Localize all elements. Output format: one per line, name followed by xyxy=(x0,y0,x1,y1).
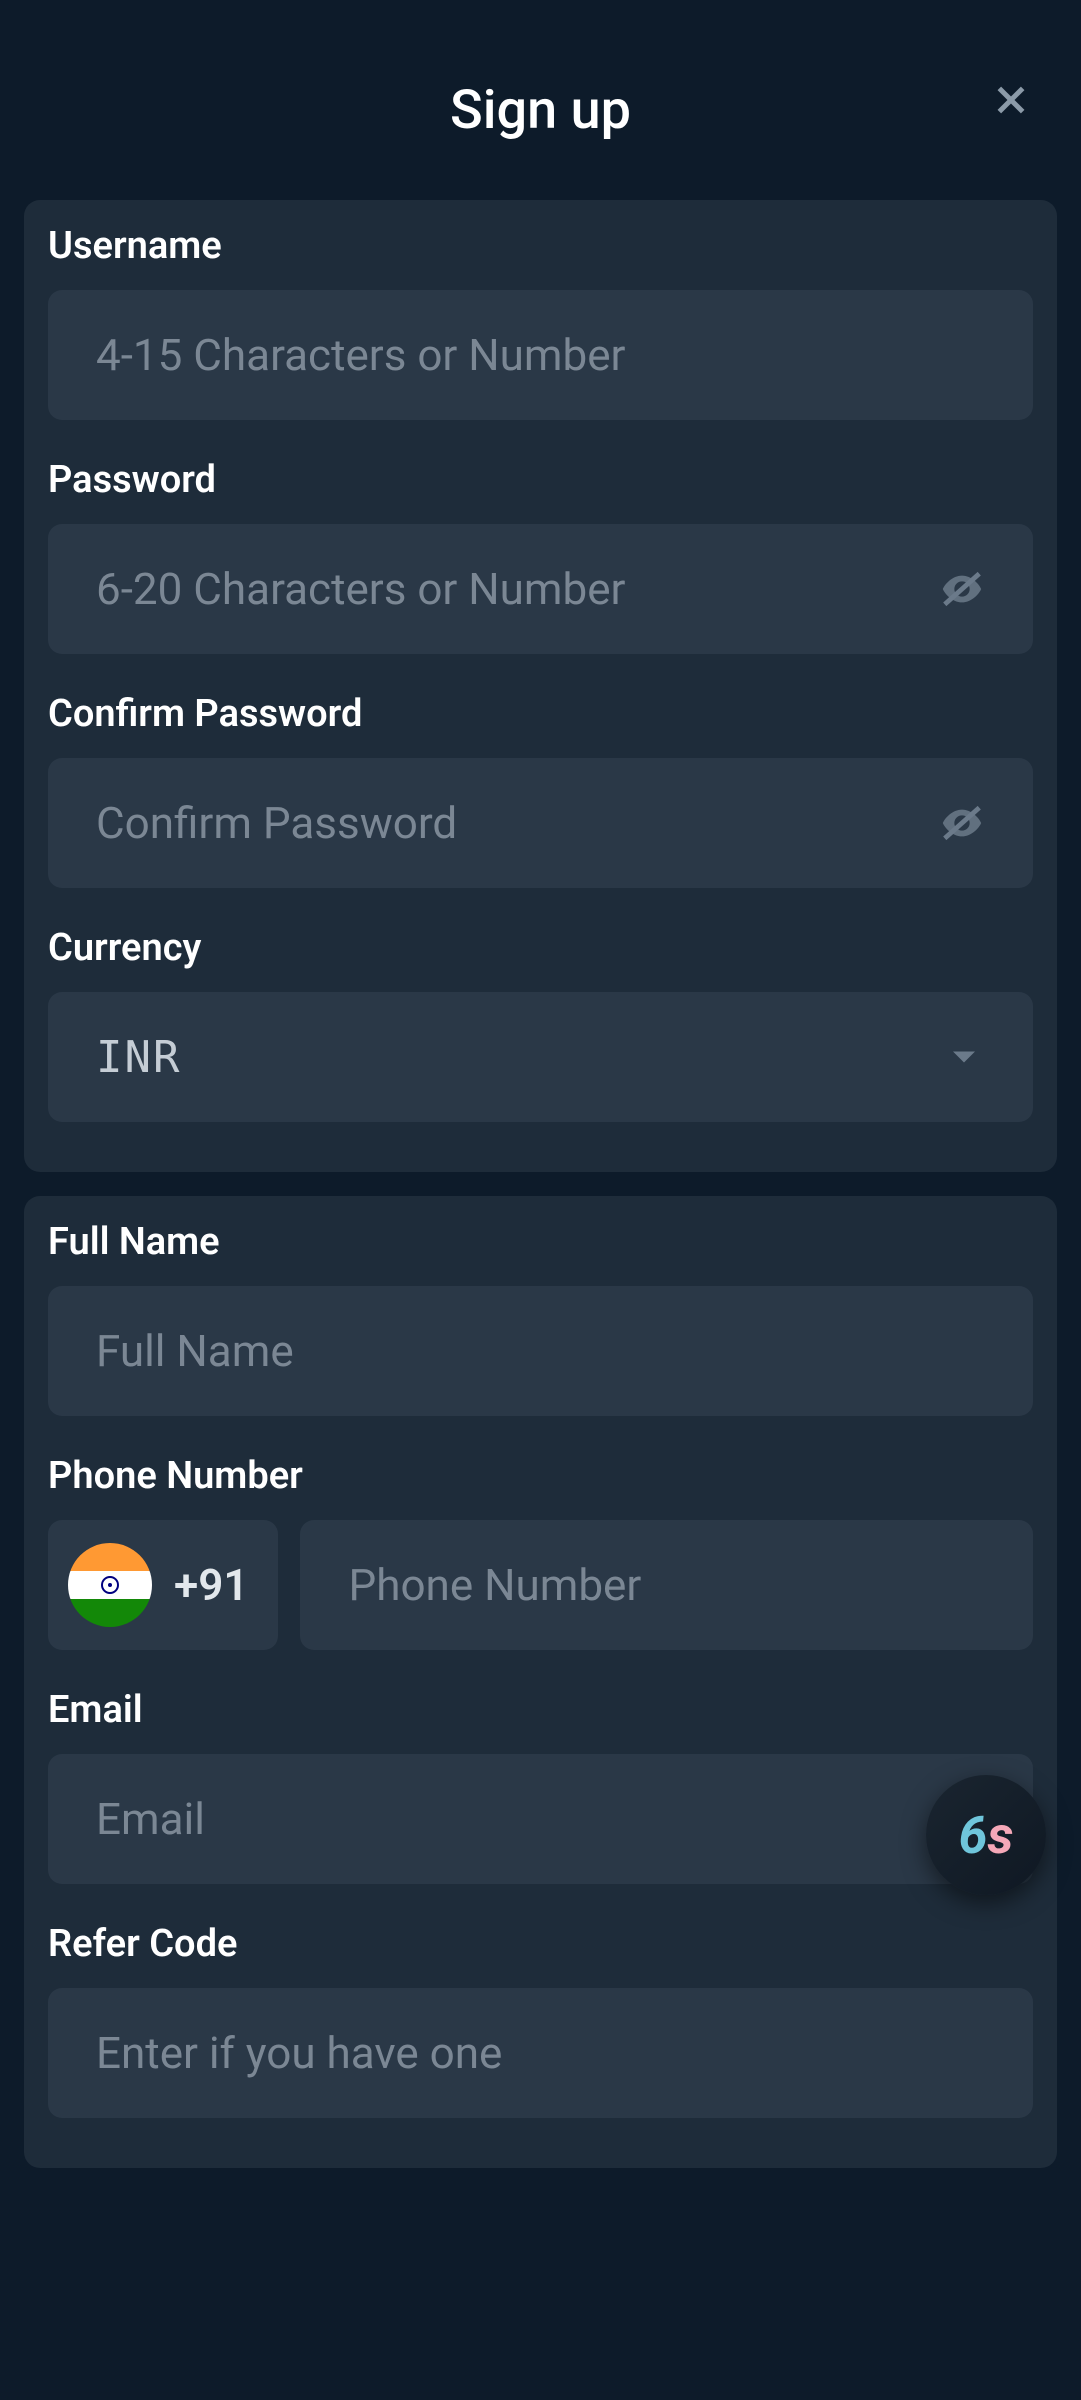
email-input-wrap xyxy=(48,1754,1033,1884)
currency-field: Currency INR xyxy=(48,926,1033,1122)
fullname-input[interactable] xyxy=(96,1325,985,1377)
account-section: Username Password Confirm Password xyxy=(24,200,1057,1172)
eye-off-icon xyxy=(939,566,985,612)
toggle-confirm-password-visibility[interactable] xyxy=(939,800,985,846)
currency-selected-value: INR xyxy=(96,1032,181,1083)
phone-label: Phone Number xyxy=(48,1454,1033,1498)
close-button[interactable] xyxy=(991,80,1031,120)
brand-fab[interactable]: 6s xyxy=(926,1775,1046,1895)
refercode-input-wrap xyxy=(48,1988,1033,2118)
header: Sign up xyxy=(0,0,1081,200)
password-label: Password xyxy=(48,458,1033,502)
fullname-field: Full Name xyxy=(48,1220,1033,1416)
currency-select[interactable]: INR xyxy=(48,992,1033,1122)
phone-row: +91 xyxy=(48,1520,1033,1650)
email-label: Email xyxy=(48,1688,1033,1732)
password-input[interactable] xyxy=(96,563,985,615)
caret-down-icon xyxy=(953,1052,975,1063)
confirm-password-field: Confirm Password xyxy=(48,692,1033,888)
country-code-text: +91 xyxy=(174,1559,248,1611)
fullname-label: Full Name xyxy=(48,1220,1033,1264)
phone-input[interactable] xyxy=(348,1559,985,1611)
refercode-input[interactable] xyxy=(96,2027,985,2079)
close-icon xyxy=(991,80,1031,120)
username-input-wrap xyxy=(48,290,1033,420)
confirm-password-input-wrap xyxy=(48,758,1033,888)
refercode-field: Refer Code xyxy=(48,1922,1033,2118)
confirm-password-label: Confirm Password xyxy=(48,692,1033,736)
page-title: Sign up xyxy=(450,79,631,142)
personal-section: Full Name Phone Number +91 xyxy=(24,1196,1057,2168)
confirm-password-input[interactable] xyxy=(96,797,985,849)
username-label: Username xyxy=(48,224,1033,268)
refercode-label: Refer Code xyxy=(48,1922,1033,1966)
phone-field: Phone Number +91 xyxy=(48,1454,1033,1650)
india-flag-icon xyxy=(68,1543,152,1627)
password-input-wrap xyxy=(48,524,1033,654)
country-code-select[interactable]: +91 xyxy=(48,1520,278,1650)
email-input[interactable] xyxy=(96,1793,985,1845)
username-input[interactable] xyxy=(96,329,985,381)
brand-logo-icon: 6s xyxy=(959,1805,1014,1866)
phone-input-wrap xyxy=(300,1520,1033,1650)
toggle-password-visibility[interactable] xyxy=(939,566,985,612)
form-content: Username Password Confirm Password xyxy=(0,200,1081,2168)
username-field: Username xyxy=(48,224,1033,420)
currency-label: Currency xyxy=(48,926,1033,970)
eye-off-icon xyxy=(939,800,985,846)
email-field: Email xyxy=(48,1688,1033,1884)
password-field: Password xyxy=(48,458,1033,654)
fullname-input-wrap xyxy=(48,1286,1033,1416)
